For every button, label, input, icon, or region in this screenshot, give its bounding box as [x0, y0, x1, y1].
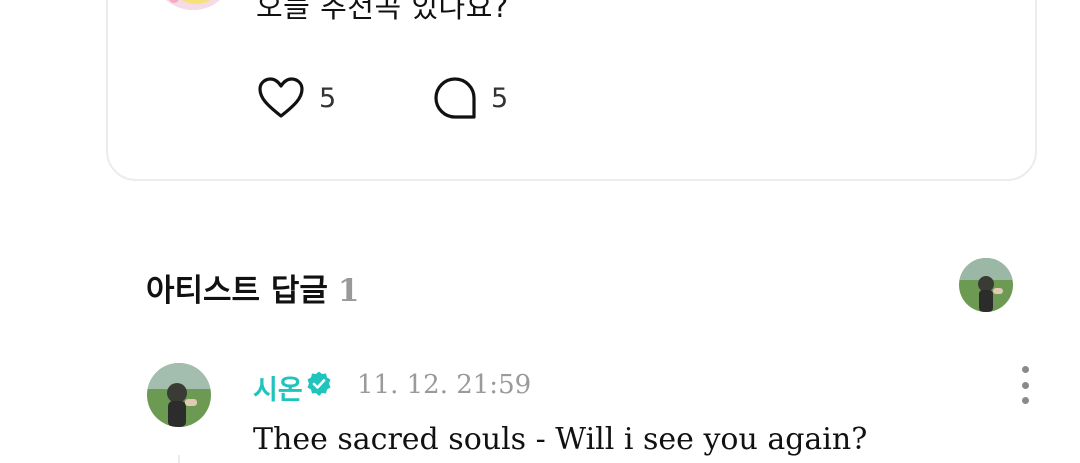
artist-replies-count: 1: [337, 273, 360, 309]
heart-icon: [258, 77, 304, 118]
reply-timestamp: 11. 12. 21:59: [357, 370, 532, 400]
artist-replies-title: 아티스트 답글: [146, 273, 328, 309]
post-text: 오늘 추천곡 있나요?: [256, 0, 509, 24]
more-dot: [1021, 381, 1029, 389]
more-options-icon[interactable]: [1010, 366, 1040, 404]
avatar-illustration: [166, 0, 220, 10]
thread-line: [178, 455, 180, 463]
reply-author-photo: [147, 363, 211, 427]
like-count: 5: [319, 82, 337, 114]
more-dot: [1021, 397, 1029, 404]
comment-count: 5: [491, 82, 509, 114]
more-dot: [1021, 366, 1029, 373]
verified-badge-icon: [307, 371, 331, 396]
reply-text: Thee sacred souls - Will i see you again…: [253, 422, 868, 457]
comment-bubble-icon: [434, 77, 476, 119]
comment-button[interactable]: 5: [433, 76, 508, 120]
reply-author-avatar[interactable]: [147, 363, 211, 427]
reply-author-name[interactable]: 시온: [253, 368, 303, 407]
like-button[interactable]: 5: [257, 76, 336, 120]
artist-replies-header: 아티스트 답글 1: [146, 265, 360, 310]
artist-avatar[interactable]: [959, 258, 1013, 312]
artist-photo: [959, 258, 1013, 312]
post-author-avatar[interactable]: [152, 0, 234, 10]
post-card[interactable]: 오늘 추천곡 있나요? 5 5: [106, 0, 1037, 181]
